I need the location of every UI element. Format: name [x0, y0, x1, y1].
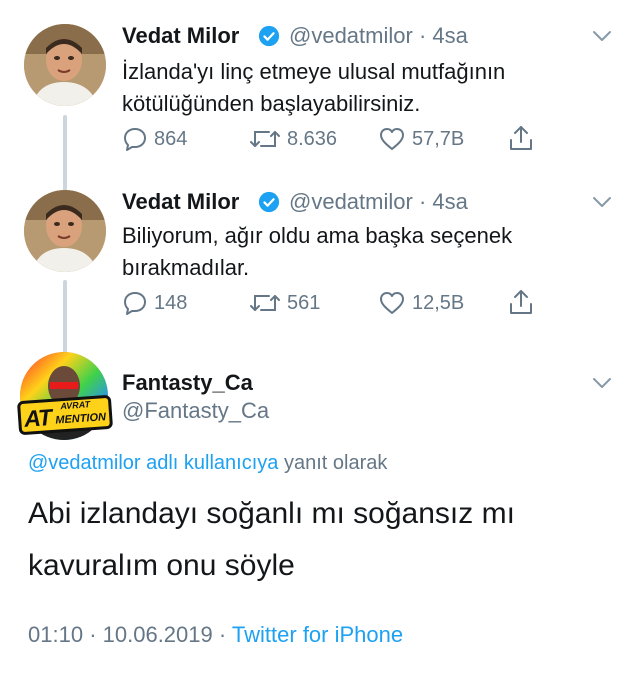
badge-bottom-text: MENTION: [54, 411, 107, 427]
replying-to-link[interactable]: @vedatmilor adlı kullanıcıya: [28, 452, 278, 474]
tweet-date: 10.06.2019: [102, 622, 213, 647]
retweet-button[interactable]: 8.636: [249, 126, 337, 152]
retweet-button[interactable]: 561: [249, 290, 320, 316]
reply-button[interactable]: 148: [122, 290, 187, 316]
tweet-text-line: Biliyorum, ağır oldu ama başka seçenek: [122, 223, 513, 248]
like-button[interactable]: 12,5B: [378, 290, 464, 316]
reply-count: 148: [154, 291, 188, 314]
tweet-time: · 4sa: [418, 23, 468, 48]
avatar-image: [24, 190, 106, 272]
retweet-count: 8.636: [287, 127, 338, 150]
like-button[interactable]: 57,7B: [378, 126, 464, 152]
handle-text: @vedatmilor: [289, 189, 413, 214]
tweet-time: 01:10: [28, 622, 84, 647]
tweet-text-line: kötülüğünden başlayabilirsiniz.: [122, 91, 421, 116]
tweet-author-name[interactable]: Vedat Milor: [122, 189, 239, 215]
thread-line-2: [63, 280, 67, 356]
thread-line-1: [63, 115, 67, 193]
reply-button[interactable]: 864: [122, 126, 187, 152]
reply-author-name[interactable]: Fantasty_Ca: [122, 370, 253, 396]
verified-badge-icon: [258, 25, 280, 47]
tweet-author-name[interactable]: Vedat Milor: [122, 23, 239, 49]
share-icon: [510, 290, 532, 314]
verified-badge-icon: [258, 191, 280, 213]
like-count: 12,5B: [412, 291, 465, 314]
reply-count: 864: [154, 127, 188, 150]
avatar-image: [24, 24, 106, 106]
reply-text: Abi izlandayı soğanlı mı soğansız mı kav…: [28, 488, 618, 592]
badge-top-text: AVRAT: [60, 399, 91, 412]
avatar-vedat-milor[interactable]: [24, 190, 106, 272]
tweet-text: İzlanda'yı linç etmeye ulusal mutfağının…: [122, 56, 505, 120]
retweet-count: 561: [287, 291, 321, 314]
share-button[interactable]: [508, 288, 534, 316]
handle-text: @vedatmilor: [289, 23, 413, 48]
tweet-text: Biliyorum, ağır oldu ama başka seçenek b…: [122, 220, 512, 284]
tweet-time: · 4sa: [418, 189, 468, 214]
like-icon: [380, 128, 404, 150]
badge-main-text: AT: [23, 404, 52, 432]
avatar-vedat-milor[interactable]: [24, 24, 106, 106]
meta-separator: ·: [218, 622, 227, 647]
tweet-meta: 01:10 · 10.06.2019 · Twitter for iPhone: [28, 622, 403, 648]
share-button[interactable]: [508, 124, 534, 152]
chevron-down-icon[interactable]: [592, 30, 612, 42]
like-count: 57,7B: [412, 127, 465, 150]
like-icon: [380, 292, 404, 314]
tweet-author-handle[interactable]: @vedatmilor · 4sa: [289, 189, 468, 215]
tweet-text-line: İzlanda'yı linç etmeye ulusal mutfağının: [122, 59, 506, 84]
reply-icon: [124, 128, 146, 151]
reply-author-handle[interactable]: @Fantasty_Ca: [122, 398, 269, 424]
retweet-icon: [250, 295, 280, 311]
avatar-badge: AT AVRAT MENTION: [16, 394, 114, 436]
tweet-author-handle[interactable]: @vedatmilor · 4sa: [289, 23, 468, 49]
share-icon: [510, 126, 532, 150]
chevron-down-icon[interactable]: [592, 196, 612, 208]
reply-text-line: Abi izlandayı soğanlı mı soğansız mı: [28, 497, 515, 530]
reply-icon: [124, 292, 146, 315]
reply-text-line: kavuralım onu söyle: [28, 549, 295, 582]
chevron-down-icon[interactable]: [592, 377, 612, 389]
replying-to: @vedatmilor adlı kullanıcıya yanıt olara…: [28, 452, 387, 475]
tweet-text-line: bırakmadılar.: [122, 255, 250, 280]
meta-separator: ·: [89, 622, 97, 647]
retweet-icon: [250, 131, 280, 147]
tweet-source-link[interactable]: Twitter for iPhone: [232, 622, 403, 647]
replying-to-suffix: yanıt olarak: [283, 452, 388, 474]
